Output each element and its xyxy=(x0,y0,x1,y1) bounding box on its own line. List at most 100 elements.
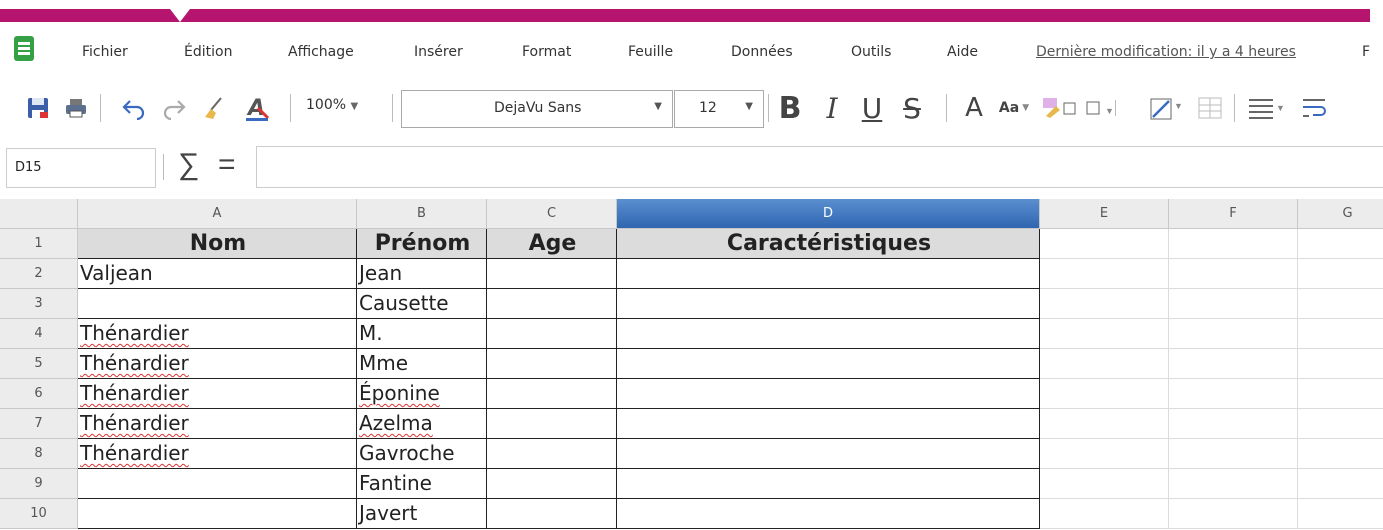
cell-d2[interactable] xyxy=(617,259,1040,289)
equals-icon[interactable]: = xyxy=(218,148,236,182)
cell-g4[interactable] xyxy=(1298,319,1383,349)
cell-b1[interactable]: Prénom xyxy=(357,229,487,259)
cell-g10[interactable] xyxy=(1298,499,1383,529)
cell-e7[interactable] xyxy=(1040,409,1169,439)
cell-a5[interactable]: Thénardier xyxy=(78,349,357,379)
column-header-b[interactable]: B xyxy=(357,199,487,229)
cell-e1[interactable] xyxy=(1040,229,1169,259)
cell-g8[interactable] xyxy=(1298,439,1383,469)
cell-d1[interactable]: Caractéristiques xyxy=(617,229,1040,259)
wrap-icon[interactable] xyxy=(1300,94,1328,122)
cell-a9[interactable] xyxy=(78,469,357,499)
cell-a6[interactable]: Thénardier xyxy=(78,379,357,409)
column-header-a[interactable]: A xyxy=(78,199,357,229)
cell-b6[interactable]: Éponine xyxy=(357,379,487,409)
cell-c9[interactable] xyxy=(487,469,617,499)
cell-b9[interactable]: Fantine xyxy=(357,469,487,499)
cell-c5[interactable] xyxy=(487,349,617,379)
cell-a2[interactable]: Valjean xyxy=(78,259,357,289)
menu-edition[interactable]: Édition xyxy=(184,44,232,60)
cell-c1[interactable]: Age xyxy=(487,229,617,259)
cell-b10[interactable]: Javert xyxy=(357,499,487,529)
print-icon[interactable] xyxy=(62,94,90,122)
cell-g2[interactable] xyxy=(1298,259,1383,289)
cell-e6[interactable] xyxy=(1040,379,1169,409)
menu-overflow[interactable]: F xyxy=(1362,44,1370,60)
cell-e3[interactable] xyxy=(1040,289,1169,319)
menu-feuille[interactable]: Feuille xyxy=(628,44,673,60)
cell-c6[interactable] xyxy=(487,379,617,409)
menu-format[interactable]: Format xyxy=(522,44,571,60)
font-name-select[interactable]: DejaVu Sans ▼ xyxy=(401,90,673,128)
save-icon[interactable] xyxy=(24,94,52,122)
cell-a7[interactable]: Thénardier xyxy=(78,409,357,439)
row-header-6[interactable]: 6 xyxy=(0,379,78,409)
cell-d5[interactable] xyxy=(617,349,1040,379)
cell-c8[interactable] xyxy=(487,439,617,469)
cell-b5[interactable]: Mme xyxy=(357,349,487,379)
cell-c10[interactable] xyxy=(487,499,617,529)
cell-d4[interactable] xyxy=(617,319,1040,349)
cell-f1[interactable] xyxy=(1169,229,1298,259)
bold-button[interactable]: B xyxy=(776,91,804,126)
cell-a8[interactable]: Thénardier xyxy=(78,439,357,469)
cell-e9[interactable] xyxy=(1040,469,1169,499)
cell-b3[interactable]: Causette xyxy=(357,289,487,319)
borders-icon[interactable]: ▼ xyxy=(1084,94,1124,122)
cell-b7[interactable]: Azelma xyxy=(357,409,487,439)
cell-b4[interactable]: M. xyxy=(357,319,487,349)
menu-inserer[interactable]: Insérer xyxy=(414,44,463,60)
highlight-icon[interactable] xyxy=(1040,94,1080,122)
cell-a4[interactable]: Thénardier xyxy=(78,319,357,349)
paint-format-icon[interactable]: A xyxy=(244,94,272,122)
cell-f5[interactable] xyxy=(1169,349,1298,379)
cell-g7[interactable] xyxy=(1298,409,1383,439)
cell-c4[interactable] xyxy=(487,319,617,349)
row-header-3[interactable]: 3 xyxy=(0,289,78,319)
row-header-2[interactable]: 2 xyxy=(0,259,78,289)
cell-g6[interactable] xyxy=(1298,379,1383,409)
column-header-f[interactable]: F xyxy=(1169,199,1298,229)
menu-affichage[interactable]: Affichage xyxy=(288,44,354,60)
last-modified-link[interactable]: Dernière modification: il y a 4 heures xyxy=(1036,44,1296,60)
cell-name-box[interactable]: D15 xyxy=(6,148,156,188)
cell-g3[interactable] xyxy=(1298,289,1383,319)
cell-e4[interactable] xyxy=(1040,319,1169,349)
column-header-c[interactable]: C xyxy=(487,199,617,229)
row-header-4[interactable]: 4 xyxy=(0,319,78,349)
cell-d10[interactable] xyxy=(617,499,1040,529)
cell-f3[interactable] xyxy=(1169,289,1298,319)
formula-input[interactable] xyxy=(256,146,1383,188)
cell-g1[interactable] xyxy=(1298,229,1383,259)
cell-f8[interactable] xyxy=(1169,439,1298,469)
cell-e8[interactable] xyxy=(1040,439,1169,469)
italic-button[interactable]: I xyxy=(818,92,846,125)
cell-d6[interactable] xyxy=(617,379,1040,409)
undo-icon[interactable] xyxy=(120,94,148,122)
font-color-button[interactable]: A xyxy=(960,93,988,123)
border-color-icon[interactable]: ▼ xyxy=(1148,94,1188,122)
cell-f6[interactable] xyxy=(1169,379,1298,409)
cell-f2[interactable] xyxy=(1169,259,1298,289)
font-size-select[interactable]: 12 ▼ xyxy=(674,90,764,128)
cell-b8[interactable]: Gavroche xyxy=(357,439,487,469)
row-header-10[interactable]: 10 xyxy=(0,499,78,529)
underline-button[interactable]: U xyxy=(858,92,886,125)
cell-d3[interactable] xyxy=(617,289,1040,319)
row-header-7[interactable]: 7 xyxy=(0,409,78,439)
cell-d8[interactable] xyxy=(617,439,1040,469)
cell-d7[interactable] xyxy=(617,409,1040,439)
cell-a1[interactable]: Nom xyxy=(78,229,357,259)
cell-e2[interactable] xyxy=(1040,259,1169,289)
cell-f10[interactable] xyxy=(1169,499,1298,529)
menu-outils[interactable]: Outils xyxy=(851,44,891,60)
row-header-1[interactable]: 1 xyxy=(0,229,78,259)
cell-f4[interactable] xyxy=(1169,319,1298,349)
cell-g9[interactable] xyxy=(1298,469,1383,499)
cell-e10[interactable] xyxy=(1040,499,1169,529)
row-header-8[interactable]: 8 xyxy=(0,439,78,469)
column-header-d[interactable]: D xyxy=(617,199,1040,229)
cell-c7[interactable] xyxy=(487,409,617,439)
column-header-e[interactable]: E xyxy=(1040,199,1169,229)
align-icon[interactable]: ▼ xyxy=(1246,94,1286,122)
